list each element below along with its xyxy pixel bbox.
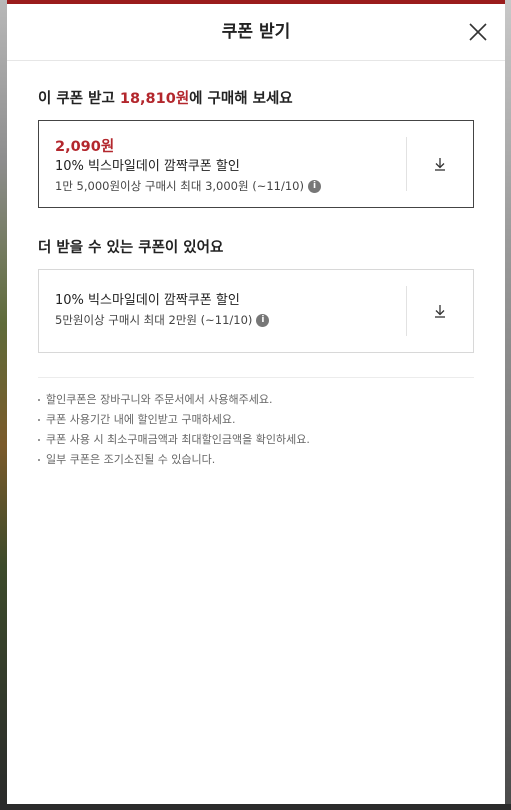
note-item: 쿠폰 사용 시 최소구매금액과 최대할인금액을 확인하세요. <box>38 430 474 450</box>
more-coupons-heading: 더 받을 수 있는 쿠폰이 있어요 <box>38 240 224 256</box>
coupon-body: 10% 빅스마일데이 깜짝쿠폰 할인 5만원이상 구매시 최대 2만원 (~11… <box>55 292 403 330</box>
coupon-condition: 5만원이상 구매시 최대 2만원 (~11/10) i <box>55 310 403 330</box>
coupon-condition-text: 1만 5,000원이상 구매시 최대 3,000원 (~11/10) <box>55 179 304 193</box>
coupon-download-button[interactable] <box>407 270 473 352</box>
note-item: 할인쿠폰은 장바구니와 주문서에서 사용해주세요. <box>38 390 474 410</box>
notes-divider <box>38 377 474 378</box>
coupon-notes: 할인쿠폰은 장바구니와 주문서에서 사용해주세요. 쿠폰 사용기간 내에 할인받… <box>38 390 474 470</box>
best-coupon-heading: 이 쿠폰 받고 18,810원에 구매해 보세요 <box>38 87 474 108</box>
modal-title: 쿠폰 받기 <box>221 22 291 42</box>
modal-header: 쿠폰 받기 <box>7 4 505 61</box>
download-icon <box>435 305 445 318</box>
note-item: 쿠폰 사용기간 내에 할인받고 구매하세요. <box>38 410 474 430</box>
close-icon <box>469 23 487 41</box>
info-icon[interactable]: i <box>256 313 270 327</box>
coupon-condition-text: 5만원이상 구매시 최대 2만원 (~11/10) <box>55 313 253 327</box>
background-page-left <box>0 0 7 810</box>
coupon-name: 10% 빅스마일데이 깜짝쿠폰 할인 <box>55 159 240 174</box>
download-icon <box>435 158 445 171</box>
background-page-right <box>505 0 511 810</box>
more-coupon-card: 10% 빅스마일데이 깜짝쿠폰 할인 5만원이상 구매시 최대 2만원 (~11… <box>38 269 474 353</box>
note-item: 일부 쿠폰은 조기소진될 수 있습니다. <box>38 450 474 470</box>
coupon-body: 2,090원 10% 빅스마일데이 깜짝쿠폰 할인 1만 5,000원이상 구매… <box>55 135 403 196</box>
heading-prefix: 이 쿠폰 받고 <box>38 91 120 107</box>
close-button[interactable] <box>467 21 489 43</box>
coupon-download-button[interactable] <box>407 121 473 207</box>
final-price: 18,810원 <box>119 91 190 107</box>
coupon-name: 10% 빅스마일데이 깜짝쿠폰 할인 <box>55 293 240 308</box>
coupon-discount: 2,090원 <box>55 139 115 155</box>
info-icon[interactable]: i <box>308 179 321 193</box>
coupon-condition: 1만 5,000원이상 구매시 최대 3,000원 (~11/10) i <box>55 176 403 196</box>
heading-suffix: 에 구매해 보세요 <box>189 91 293 107</box>
background-page-bottom <box>0 804 511 810</box>
coupon-modal: 쿠폰 받기 이 쿠폰 받고 18,810원에 구매해 보세요 2,090원 10… <box>7 4 505 804</box>
best-coupon-card: 2,090원 10% 빅스마일데이 깜짝쿠폰 할인 1만 5,000원이상 구매… <box>38 120 474 208</box>
